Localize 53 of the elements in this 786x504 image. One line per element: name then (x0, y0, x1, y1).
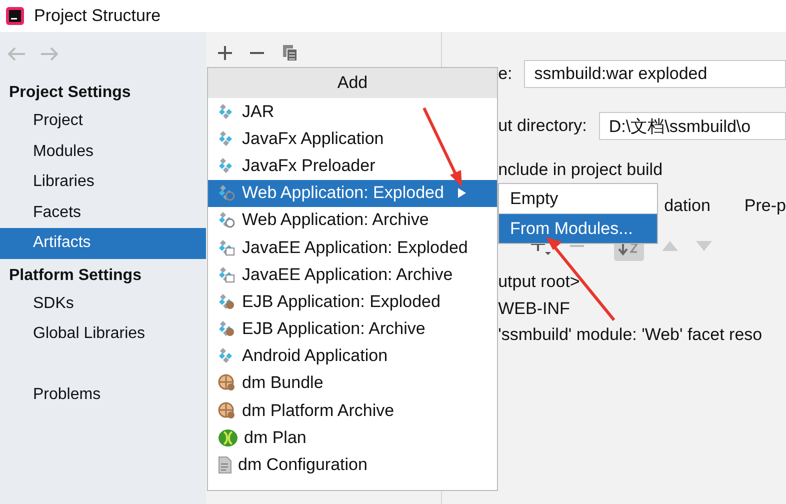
artifact-icon (218, 292, 236, 311)
menu-item[interactable]: Android Application (208, 342, 497, 370)
sidebar-item[interactable]: Libraries (0, 167, 206, 198)
artifact-icon (218, 211, 236, 230)
artifact-icon (218, 238, 236, 257)
tab[interactable]: Pre-p (744, 196, 786, 216)
menu-item[interactable]: JAR (208, 98, 497, 126)
output-directory-field[interactable]: D:\文档\ssmbuild\o (598, 112, 786, 140)
sidebar-item[interactable]: Global Libraries (0, 319, 206, 350)
name-field[interactable]: ssmbuild:war exploded (524, 60, 786, 88)
menu-item[interactable]: dm Plan (208, 424, 497, 452)
section-heading: Platform Settings (8, 266, 142, 286)
output-directory-label: ut directory: (498, 116, 587, 136)
sidebar-item[interactable]: Problems (0, 380, 206, 410)
menu-item[interactable]: Empty (499, 184, 657, 213)
sidebar-item[interactable]: Facets (0, 198, 206, 228)
menu-item[interactable]: dm Platform Archive (208, 397, 497, 424)
include-in-build-label: nclude in project build (498, 160, 663, 180)
globe-icon (218, 428, 238, 447)
sidebar-item[interactable]: Modules (0, 136, 206, 167)
section-heading: Project Settings (8, 83, 132, 103)
menu-item[interactable]: dm Bundle (208, 370, 497, 398)
menu-item[interactable]: dm Configuration (208, 451, 497, 479)
menu-item[interactable]: EJB Application: Archive (208, 316, 497, 343)
tree-item[interactable]: WEB-INF (498, 298, 762, 325)
menu-item[interactable]: JavaEE Application: Exploded (208, 234, 497, 262)
menu-item[interactable]: JavaFx Preloader (208, 152, 497, 180)
copy-icon[interactable] (282, 44, 298, 62)
menu-item[interactable]: Web Application: Exploded (208, 180, 497, 207)
window-title: Project Structure (34, 6, 161, 26)
artifact-icon (218, 266, 236, 284)
menu-item[interactable]: JavaEE Application: Archive (208, 261, 497, 288)
artifact-icon (218, 184, 236, 202)
tree-item[interactable]: utput root> (498, 272, 762, 298)
bundle-icon (218, 402, 236, 420)
name-label: e: (498, 64, 512, 84)
app-logo-icon (6, 7, 24, 25)
menu-item[interactable]: Web Application: Archive (208, 206, 497, 234)
tab[interactable]: dation (664, 196, 710, 216)
bundle-icon (218, 374, 236, 392)
move-down-icon (696, 241, 712, 251)
file-icon (218, 456, 232, 474)
add-icon[interactable] (218, 46, 232, 60)
menu-item[interactable]: EJB Application: Exploded (208, 288, 497, 316)
menu-item[interactable]: JavaFx Application (208, 125, 497, 152)
tree-item[interactable]: 'ssmbuild' module: 'Web' facet reso (498, 325, 762, 352)
sidebar-item[interactable]: Project (0, 106, 206, 136)
menu-title: Add (208, 68, 497, 98)
move-up-icon (662, 241, 678, 251)
artifact-icon (218, 320, 236, 338)
sidebar-item[interactable]: SDKs (0, 288, 206, 319)
sidebar-item[interactable]: Artifacts (0, 228, 206, 258)
menu-item[interactable]: From Modules... (499, 214, 657, 243)
